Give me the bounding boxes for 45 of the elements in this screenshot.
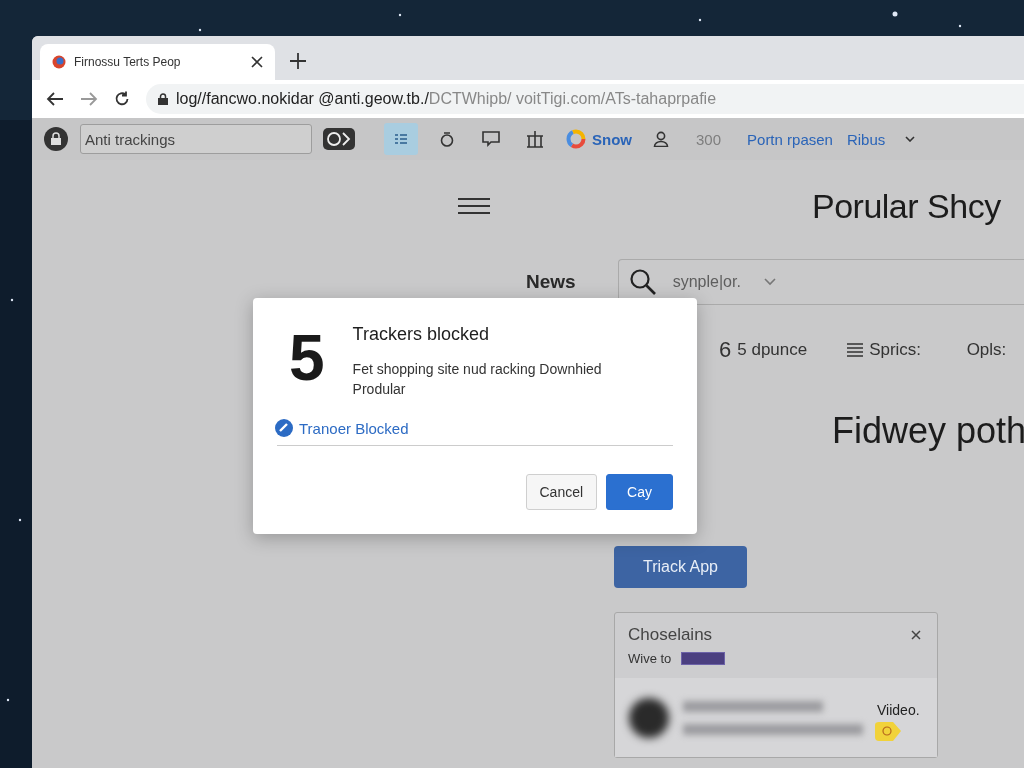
blurred-avatar (629, 697, 669, 738)
close-icon[interactable] (251, 56, 263, 68)
tracker-count: 5 (289, 326, 325, 396)
nav-link[interactable]: News (526, 271, 576, 293)
confirm-button[interactable]: Cay (606, 474, 673, 510)
search-field[interactable]: synple|or. (617, 259, 1024, 305)
profile-name: Snow (592, 130, 632, 148)
counter: 300 (696, 130, 722, 148)
track-app-button[interactable]: Triack App (614, 546, 747, 588)
lock-icon (44, 127, 68, 151)
address-bar[interactable]: log//fancwo.nokidar @anti.geow.tb./DCTWhipb/ voitTigi.com/ATs-tahaprpafie (146, 84, 1024, 114)
card-text: Wive to (628, 651, 672, 666)
search-field[interactable]: Anti trackings (80, 124, 312, 154)
reload-icon[interactable] (114, 91, 130, 107)
back-icon[interactable] (46, 91, 64, 107)
lock-icon (158, 93, 168, 105)
browser-tab[interactable]: Firnossu Terts Peop (40, 44, 275, 80)
search-icon (629, 269, 656, 295)
dialog-title: Trackers blocked (352, 324, 490, 345)
card-title: Choselains (628, 625, 713, 645)
highlight-mark (681, 652, 726, 665)
forward-icon[interactable] (80, 91, 98, 107)
plus-icon[interactable] (289, 52, 307, 70)
video-row[interactable]: Viideo. (615, 678, 937, 757)
stat-label: Sprics: (869, 340, 922, 360)
tracker-link[interactable]: Tranoer Blocked (275, 419, 409, 437)
sticker-icon (873, 721, 903, 743)
tab-title: Firnossu Terts Peop (74, 55, 182, 69)
dialog-text: Fet shopping site nud racking Downhied Prodular (352, 360, 603, 399)
grid-icon[interactable] (384, 123, 418, 155)
stat-label: Opls: (966, 340, 1007, 360)
stat-value: 6 (719, 337, 732, 363)
toolbar-link[interactable]: Ribus (842, 130, 890, 148)
url-text: log//fancwo.nokidar @anti.geow.tb./DCTWhipb/ voitTigi.com/ATs-tahaprpafie (176, 90, 717, 108)
chevron-down-icon[interactable] (905, 136, 916, 142)
toolbar-link[interactable]: Portn rpasen (743, 130, 837, 148)
color-wheel-icon (566, 129, 586, 149)
video-label: Viideo. (877, 701, 920, 718)
stat-label: 5 dpunce (737, 340, 808, 360)
list-icon (847, 343, 864, 357)
page-title: Porular Shcy (812, 186, 1001, 226)
menu-icon[interactable] (458, 198, 490, 214)
cancel-button[interactable]: Cancel (525, 474, 598, 510)
section-heading: Fidwey poth (832, 410, 1024, 452)
chevron-down-icon (763, 278, 776, 286)
